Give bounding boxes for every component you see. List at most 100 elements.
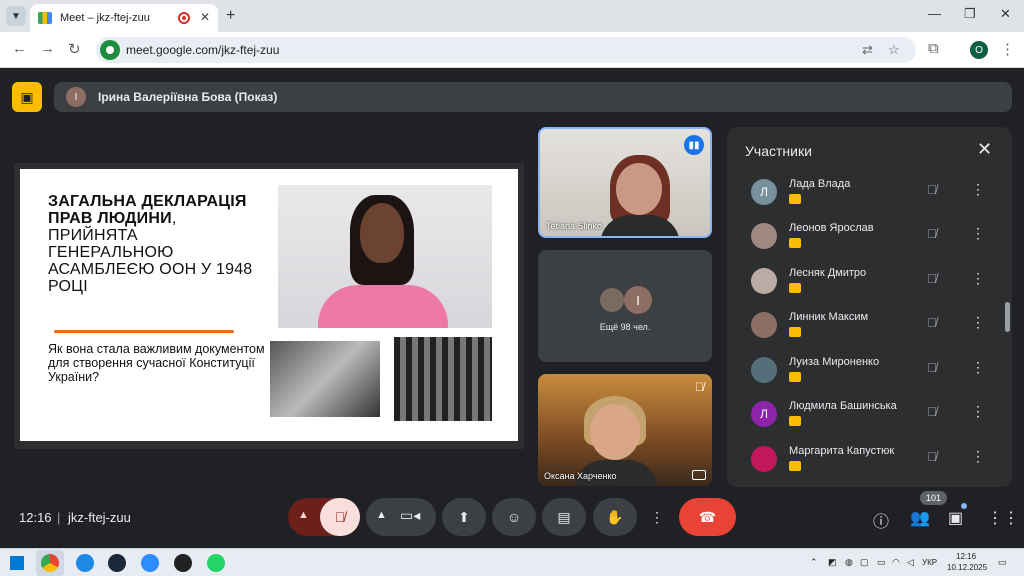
tab-search-chevron-icon[interactable]: ▼	[6, 6, 26, 26]
video-tile-others[interactable]: І Ещё 98 чел.	[538, 250, 712, 362]
new-tab-plus-icon[interactable]: +	[226, 7, 235, 25]
chrome-taskbar-icon[interactable]	[41, 554, 59, 572]
more-options-icon[interactable]: ⋮	[971, 314, 985, 331]
more-options-icon[interactable]: ⋮	[971, 181, 985, 198]
activities-grid-icon[interactable]: ⋮⋮	[987, 508, 1019, 528]
language-indicator[interactable]: УКР	[922, 558, 937, 567]
leave-call-button[interactable]: ☎	[679, 498, 736, 536]
people-icon[interactable]: 👥	[910, 508, 930, 528]
tray-chevron-icon[interactable]: ⌃	[810, 557, 818, 568]
participant-row[interactable]: Леонов Ярослав 🎙̸ ⋮	[727, 221, 1012, 265]
close-panel-icon[interactable]: ✕	[977, 139, 992, 160]
microphone-control: ▲ 🎙̸	[288, 498, 360, 536]
tab-title: Meet – jkz-ftej-zuu	[60, 12, 150, 24]
video-tile-tetiana[interactable]: ▮▮ Tetiana Slinko	[538, 127, 712, 238]
extensions-icon[interactable]: ⧉	[928, 40, 939, 57]
people-count-badge: 101	[920, 491, 948, 505]
presenter-badge-icon	[789, 327, 801, 337]
participant-row[interactable]: Лесняк Дмитро 🎙̸ ⋮	[727, 266, 1012, 310]
participant-row[interactable]: Луиза Мироненко 🎙̸ ⋮	[727, 355, 1012, 399]
present-screen-icon: ⬆	[458, 508, 470, 525]
participant-row[interactable]: Маргарита Капустюк 🎙̸ ⋮	[727, 444, 1012, 487]
reload-icon[interactable]: ↻	[68, 40, 81, 58]
reactions-button[interactable]: ☺	[492, 498, 536, 536]
profile-avatar[interactable]: O	[970, 41, 988, 59]
meeting-info-icon[interactable]: ⓘ	[873, 508, 889, 532]
participant-avatar: Л	[751, 179, 777, 205]
more-options-icon[interactable]: ⋮	[971, 403, 985, 420]
taskbar-clock-date[interactable]: 10.12.2025	[947, 563, 987, 572]
presenter-badge-icon	[789, 372, 801, 382]
close-window-icon[interactable]: ✕	[1000, 6, 1011, 22]
participant-row[interactable]: Л Людмила Башинська 🎙̸ ⋮	[727, 399, 1012, 443]
meet-stage: ▣ I Ірина Валеріївна Бова (Показ) ЗАГАЛЬ…	[0, 68, 1024, 548]
picture-in-picture-icon[interactable]	[692, 470, 706, 480]
camera-control: ▲ ▭◂	[366, 498, 436, 536]
windows-start-icon[interactable]	[10, 556, 24, 570]
stop-presenting-icon[interactable]: ▣	[12, 82, 42, 112]
tray-app-icon[interactable]: ◩	[828, 557, 837, 568]
present-screen-button[interactable]: ⬆	[442, 498, 486, 536]
hand-icon: ✋	[606, 508, 624, 525]
participants-scrollbar[interactable]	[1005, 302, 1010, 332]
shared-screen-slide: ЗАГАЛЬНА ДЕКЛАРАЦІЯ ПРАВ ЛЮДИНИ, ПРИЙНЯТ…	[14, 163, 524, 449]
chat-icon[interactable]: ▣	[948, 508, 963, 528]
participant-avatar	[751, 446, 777, 472]
meeting-code: jkz-ftej-zuu	[68, 510, 131, 525]
forward-arrow-icon[interactable]: →	[40, 40, 55, 57]
mic-off-button[interactable]: 🎙̸	[320, 498, 360, 536]
restore-window-icon[interactable]: ❐	[964, 6, 976, 22]
tray-app-icon[interactable]: ▢	[860, 557, 869, 568]
more-participants-label: Ещё 98 чел.	[599, 322, 651, 332]
battery-icon[interactable]: ▭	[877, 557, 886, 568]
translate-icon[interactable]: ⇄	[862, 42, 873, 58]
mic-muted-icon: 🎙̸	[927, 449, 937, 464]
participant-row[interactable]: Линник Максим 🎙̸ ⋮	[727, 310, 1012, 354]
video-tile-oksana[interactable]: 🎙̸ Оксана Харченко	[538, 374, 712, 486]
presenter-avatar: I	[66, 87, 86, 107]
more-options-icon[interactable]: ⋮	[971, 448, 985, 465]
url-text[interactable]: meet.google.com/jkz-ftej-zuu	[126, 43, 279, 57]
presenter-badge-icon	[789, 238, 801, 248]
declaration-document-photo	[270, 341, 380, 417]
browser-menu-icon[interactable]: ⋮	[1000, 40, 1015, 58]
more-options-button[interactable]: ⋮	[642, 498, 672, 536]
site-info-icon[interactable]	[100, 40, 120, 60]
tray-app-icon[interactable]: ◍	[845, 557, 853, 568]
bookmark-star-icon[interactable]: ☆	[888, 42, 900, 58]
slide-title: ЗАГАЛЬНА ДЕКЛАРАЦІЯ ПРАВ ЛЮДИНИ, ПРИЙНЯТ…	[48, 193, 253, 295]
wifi-icon[interactable]: ◠	[892, 557, 900, 568]
more-options-icon[interactable]: ⋮	[971, 225, 985, 242]
presenter-badge-icon	[789, 461, 801, 471]
taskbar-clock-time[interactable]: 12:16	[956, 552, 976, 561]
minimize-window-icon[interactable]: —	[928, 6, 941, 21]
captions-button[interactable]: ▤	[542, 498, 586, 536]
browser-tab-bar: ▼ Meet – jkz-ftej-zuu ✕ + — ❐ ✕	[0, 0, 1024, 32]
whatsapp-taskbar-icon[interactable]	[207, 554, 225, 572]
camera-options-chevron-icon[interactable]: ▲	[376, 509, 387, 521]
opera-taskbar-icon[interactable]	[174, 554, 192, 572]
close-tab-icon[interactable]: ✕	[200, 10, 210, 24]
telegram-taskbar-icon[interactable]	[76, 554, 94, 572]
notification-icon[interactable]: ▭	[998, 557, 1007, 568]
raise-hand-button[interactable]: ✋	[593, 498, 637, 536]
address-bar[interactable]: meet.google.com/jkz-ftej-zuu ⇄ ☆	[96, 37, 916, 63]
un-assembly-photo	[394, 337, 492, 421]
zoom-taskbar-icon[interactable]	[141, 554, 159, 572]
more-options-icon[interactable]: ⋮	[971, 270, 985, 287]
browser-tab-meet[interactable]: Meet – jkz-ftej-zuu ✕	[30, 4, 218, 32]
participant-avatar	[751, 268, 777, 294]
mic-options-chevron-icon[interactable]: ▲	[298, 509, 309, 521]
participant-row[interactable]: Л Лада Влада 🎙̸ ⋮	[727, 177, 1012, 221]
more-options-icon[interactable]: ⋮	[971, 359, 985, 376]
participant-name: Луиза Мироненко	[789, 356, 880, 368]
steam-taskbar-icon[interactable]	[108, 554, 126, 572]
participant-name: Лада Влада	[789, 178, 851, 190]
camera-icon[interactable]: ▭◂	[400, 507, 420, 524]
windows-taskbar: ⌃ ◩ ◍ ▢ ▭ ◠ ◁ УКР 12:16 10.12.2025 ▭	[0, 548, 1024, 576]
mic-muted-icon: 🎙̸	[695, 380, 704, 394]
volume-icon[interactable]: ◁	[907, 557, 914, 568]
mic-muted-icon: 🎙̸	[927, 404, 937, 419]
back-arrow-icon[interactable]: ←	[12, 40, 27, 57]
participant-avatar	[751, 223, 777, 249]
